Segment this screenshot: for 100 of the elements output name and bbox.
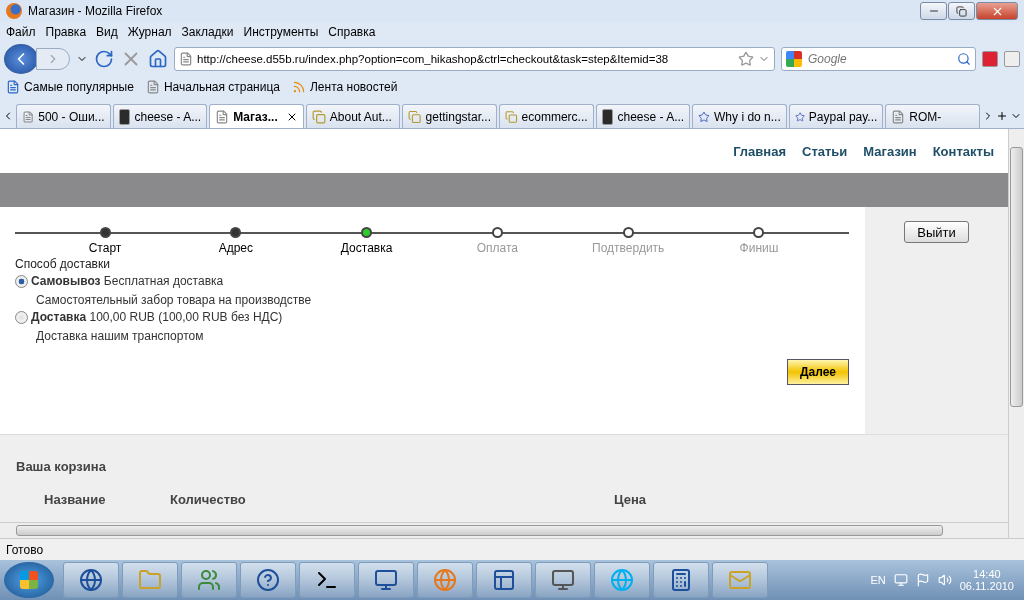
horizontal-scrollbar[interactable] bbox=[0, 522, 1008, 538]
cart-title: Ваша корзина bbox=[16, 459, 107, 474]
tab-icon bbox=[408, 109, 422, 124]
rss-icon bbox=[292, 80, 306, 94]
step-dot bbox=[491, 227, 503, 238]
bookmark-star-icon[interactable] bbox=[738, 50, 754, 67]
address-bar[interactable]: http://cheese.d55b.ru/index.php?option=com_hikashop&ctrl=checkout&task=step&Itemid=38 bbox=[174, 46, 775, 71]
folder-icon bbox=[138, 568, 162, 592]
help-icon bbox=[256, 568, 280, 592]
step-dot bbox=[230, 227, 242, 238]
option-label: Самовывоз Бесплатная доставка bbox=[31, 274, 224, 288]
option-description: Самостоятельный забор товара на производстве bbox=[36, 293, 313, 307]
globe-icon bbox=[433, 568, 457, 592]
bookmark-link[interactable]: Лента новостей bbox=[310, 80, 398, 94]
step-dot bbox=[361, 227, 373, 238]
monitor-icon bbox=[374, 568, 398, 592]
app-icon bbox=[6, 3, 22, 19]
site-nav-link[interactable]: Магазин bbox=[863, 143, 917, 159]
calculator-icon bbox=[669, 568, 693, 592]
browser-tab[interactable]: Paypal pay... bbox=[788, 104, 884, 128]
tab-icon bbox=[698, 109, 711, 124]
menu-item[interactable]: Вид bbox=[96, 25, 118, 39]
close-button[interactable] bbox=[976, 2, 1018, 20]
section-heading: Способ доставки bbox=[15, 257, 111, 271]
radio-button[interactable] bbox=[15, 310, 28, 324]
step-label: Доставка bbox=[340, 241, 393, 255]
menu-item[interactable]: Файл bbox=[6, 25, 36, 39]
network-icon[interactable] bbox=[893, 573, 908, 587]
browser-tab[interactable]: About Aut... bbox=[305, 104, 401, 128]
status-text: Готово bbox=[6, 542, 44, 557]
taskbar-button[interactable] bbox=[63, 562, 119, 598]
menu-item[interactable]: Закладки bbox=[181, 25, 234, 39]
bookmark-link[interactable]: Начальная страница bbox=[163, 80, 280, 94]
browser-tab[interactable]: ROM- bbox=[885, 104, 980, 128]
volume-icon[interactable] bbox=[937, 573, 952, 587]
bookmark-link[interactable]: Самые популярные bbox=[24, 80, 134, 94]
radio-button[interactable] bbox=[15, 274, 28, 288]
option-label: Доставка 100,00 RUB (100,00 RUB без НДС) bbox=[31, 310, 283, 324]
page-icon bbox=[22, 109, 35, 124]
page-icon bbox=[215, 109, 230, 124]
tab-icon bbox=[794, 109, 805, 124]
menu-item[interactable]: Справка bbox=[328, 25, 376, 39]
browser-tab[interactable]: cheese - A... bbox=[112, 104, 208, 128]
monitor-icon bbox=[551, 568, 575, 592]
browser-tab[interactable]: cheese - A... bbox=[595, 104, 691, 128]
maximize-button[interactable] bbox=[948, 2, 975, 20]
step-label: Финиш bbox=[739, 241, 779, 255]
browser-tab[interactable]: ecommerc... bbox=[498, 104, 594, 128]
globe-icon bbox=[79, 568, 103, 592]
mail-icon bbox=[728, 568, 752, 592]
site-nav-link[interactable]: Статьи bbox=[802, 143, 848, 159]
reload-icon[interactable] bbox=[94, 48, 114, 69]
browser-tab[interactable]: Why i do n... bbox=[692, 104, 787, 128]
flag-icon[interactable] bbox=[915, 573, 930, 587]
step-dot bbox=[622, 227, 634, 238]
window-title: Магазин - Mozilla Firefox bbox=[28, 4, 164, 18]
taskbar-button[interactable] bbox=[476, 562, 532, 598]
tab-icon bbox=[118, 108, 131, 125]
start-button[interactable] bbox=[4, 562, 54, 598]
window-icon bbox=[492, 568, 516, 592]
back-button[interactable] bbox=[4, 43, 38, 74]
search-engine-icon[interactable] bbox=[786, 50, 802, 67]
menu-item[interactable]: Правка bbox=[45, 25, 87, 39]
option-description: Доставка нашим транспортом bbox=[36, 329, 205, 343]
restore-icon bbox=[956, 5, 967, 17]
taskbar-button[interactable] bbox=[358, 562, 414, 598]
search-icon[interactable] bbox=[957, 51, 971, 66]
menu-item[interactable]: Журнал bbox=[127, 25, 172, 39]
new-tab-icon[interactable] bbox=[995, 110, 1008, 122]
column-header: Количество bbox=[170, 492, 247, 507]
page-icon bbox=[145, 80, 160, 94]
minimize-button[interactable] bbox=[920, 2, 947, 20]
column-header: Название bbox=[44, 492, 107, 507]
addon-icon[interactable] bbox=[982, 50, 998, 67]
menu-item[interactable]: Инструменты bbox=[243, 25, 319, 39]
windows-logo-icon bbox=[20, 571, 38, 589]
home-icon[interactable] bbox=[148, 48, 168, 69]
next-button[interactable]: Далее bbox=[786, 359, 849, 385]
search-bar[interactable]: Google bbox=[781, 46, 976, 71]
taskbar-button[interactable] bbox=[535, 562, 591, 598]
browser-tab[interactable]: Магаз... bbox=[209, 104, 304, 128]
taskbar-button[interactable] bbox=[653, 562, 709, 598]
logout-button[interactable]: Выйти bbox=[904, 221, 969, 243]
vertical-scrollbar[interactable] bbox=[1008, 129, 1024, 538]
addon-icon[interactable] bbox=[1004, 50, 1020, 67]
taskbar-button[interactable] bbox=[240, 562, 296, 598]
globe-icon bbox=[610, 568, 634, 592]
page-icon bbox=[6, 80, 20, 94]
step-label: Старт bbox=[88, 241, 122, 255]
site-nav-link[interactable]: Контакты bbox=[932, 143, 994, 159]
site-nav-link[interactable]: Главная bbox=[733, 143, 786, 159]
step-label: Оплата bbox=[476, 241, 519, 255]
taskbar-button[interactable] bbox=[299, 562, 355, 598]
people-icon bbox=[197, 568, 221, 592]
browser-tab[interactable]: gettingstar... bbox=[402, 104, 497, 128]
step-dot bbox=[99, 227, 111, 238]
step-dot bbox=[753, 227, 765, 238]
step-label: Подтвердить bbox=[592, 241, 665, 255]
page-icon bbox=[891, 109, 906, 124]
browser-tab[interactable]: 500 - Оши... bbox=[16, 104, 111, 128]
